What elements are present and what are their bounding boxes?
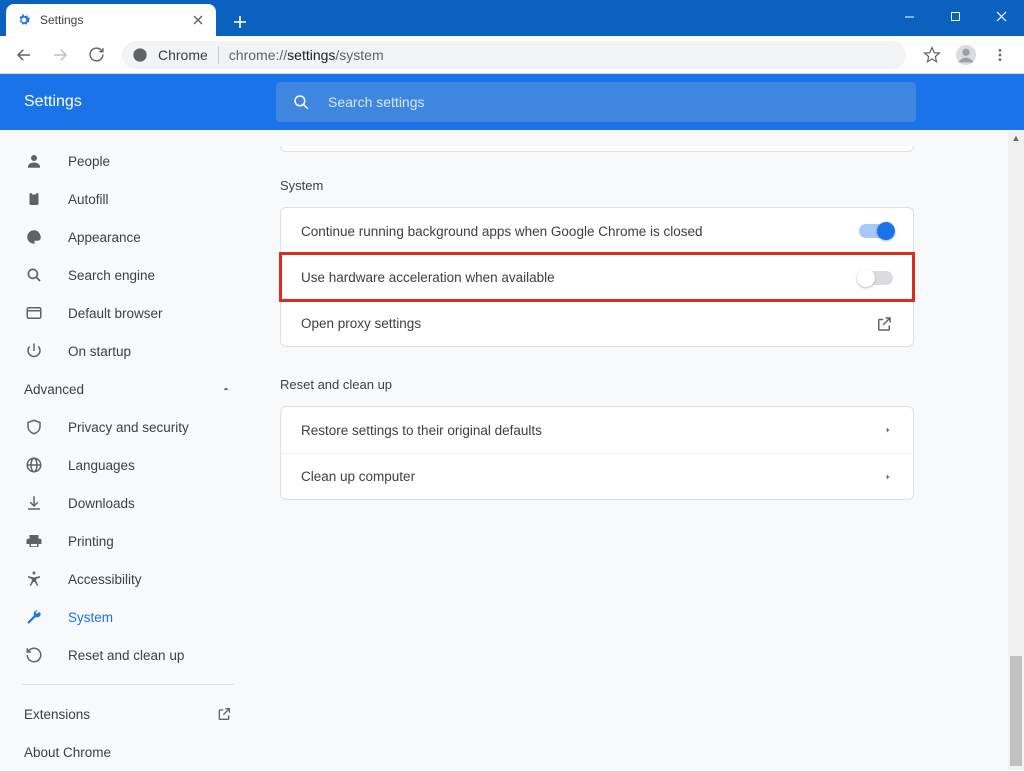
sidebar-item-privacy[interactable]: Privacy and security	[0, 408, 256, 446]
forward-button[interactable]	[44, 39, 76, 71]
setting-row-restore-defaults[interactable]: Restore settings to their original defau…	[281, 407, 913, 453]
omnibox-url: chrome://settings/system	[229, 47, 384, 63]
sidebar-item-appearance[interactable]: Appearance	[0, 218, 256, 256]
omnibox-label: Chrome	[158, 47, 208, 63]
sidebar-item-label: Privacy and security	[68, 420, 189, 435]
address-bar: Chrome chrome://settings/system	[0, 36, 1024, 74]
sidebar-item-label: About Chrome	[24, 745, 111, 760]
sidebar-section-label: Advanced	[24, 382, 84, 397]
sidebar-item-label: On startup	[68, 344, 131, 359]
setting-label: Open proxy settings	[301, 316, 421, 331]
page-title: Settings	[24, 93, 82, 111]
browser-icon	[24, 303, 44, 323]
close-tab-icon[interactable]	[190, 12, 206, 28]
window-minimize-button[interactable]	[886, 0, 932, 32]
back-button[interactable]	[8, 39, 40, 71]
toggle-switch[interactable]	[859, 224, 893, 238]
sidebar-item-label: People	[68, 154, 110, 169]
section-title-reset: Reset and clean up	[280, 377, 914, 392]
separator	[218, 46, 219, 64]
sidebar-item-about[interactable]: About Chrome	[0, 733, 256, 771]
scrollbar[interactable]: ▲ ▼	[1008, 130, 1024, 770]
new-tab-button[interactable]	[226, 8, 254, 36]
bookmark-star-icon[interactable]	[916, 39, 948, 71]
sidebar-item-extensions[interactable]: Extensions	[0, 695, 256, 733]
sidebar-item-label: Search engine	[68, 268, 155, 283]
setting-row-proxy[interactable]: Open proxy settings	[281, 300, 913, 346]
sidebar-item-label: Reset and clean up	[68, 648, 184, 663]
chevron-up-icon	[220, 383, 232, 395]
external-link-icon	[216, 706, 232, 722]
browser-tab[interactable]: Settings	[6, 4, 216, 36]
reset-card: Restore settings to their original defau…	[280, 406, 914, 500]
setting-label: Restore settings to their original defau…	[301, 423, 542, 438]
scrollbar-thumb[interactable]	[1010, 656, 1022, 766]
restore-icon	[24, 645, 44, 665]
sidebar-item-default-browser[interactable]: Default browser	[0, 294, 256, 332]
settings-header: Settings	[0, 74, 1024, 130]
sidebar-item-label: Extensions	[24, 707, 90, 722]
scroll-up-icon[interactable]: ▲	[1008, 130, 1024, 146]
sidebar-item-label: Default browser	[68, 306, 163, 321]
settings-search[interactable]	[276, 82, 916, 122]
sidebar-item-search-engine[interactable]: Search engine	[0, 256, 256, 294]
setting-row-background-apps[interactable]: Continue running background apps when Go…	[281, 208, 913, 254]
sidebar-item-label: System	[68, 610, 113, 625]
clipboard-icon	[24, 189, 44, 209]
sidebar-item-people[interactable]: People	[0, 142, 256, 180]
tab-title: Settings	[40, 13, 83, 27]
sidebar-item-autofill[interactable]: Autofill	[0, 180, 256, 218]
sidebar-section-advanced[interactable]: Advanced	[0, 370, 256, 408]
person-icon	[24, 151, 44, 171]
gear-icon	[16, 12, 32, 28]
sidebar-item-label: Accessibility	[68, 572, 142, 587]
toggle-switch[interactable]	[859, 271, 893, 285]
settings-content: System Continue running background apps …	[256, 130, 1024, 770]
section-title-system: System	[280, 178, 914, 193]
sidebar-item-label: Downloads	[68, 496, 135, 511]
sidebar-item-system[interactable]: System	[0, 598, 256, 636]
sidebar-item-on-startup[interactable]: On startup	[0, 332, 256, 370]
reload-button[interactable]	[80, 39, 112, 71]
setting-row-hardware-accel[interactable]: Use hardware acceleration when available	[281, 254, 913, 300]
setting-label: Clean up computer	[301, 469, 415, 484]
setting-label: Use hardware acceleration when available	[301, 270, 555, 285]
settings-search-input[interactable]	[328, 94, 900, 110]
sidebar-item-label: Appearance	[68, 230, 141, 245]
omnibox[interactable]: Chrome chrome://settings/system	[122, 41, 906, 69]
print-icon	[24, 531, 44, 551]
previous-section-card	[280, 146, 914, 152]
wrench-icon	[24, 607, 44, 627]
sidebar-item-languages[interactable]: Languages	[0, 446, 256, 484]
search-icon	[24, 265, 44, 285]
power-icon	[24, 341, 44, 361]
sidebar-item-label: Autofill	[68, 192, 109, 207]
site-info-icon[interactable]	[132, 47, 148, 63]
sidebar-item-label: Printing	[68, 534, 114, 549]
download-icon	[24, 493, 44, 513]
external-link-icon	[875, 315, 893, 333]
settings-sidebar: People Autofill Appearance Search engine…	[0, 130, 256, 770]
window-maximize-button[interactable]	[932, 0, 978, 32]
accessibility-icon	[24, 569, 44, 589]
setting-label: Continue running background apps when Go…	[301, 224, 703, 239]
sidebar-item-downloads[interactable]: Downloads	[0, 484, 256, 522]
search-icon	[292, 93, 310, 111]
profile-avatar-icon[interactable]	[950, 39, 982, 71]
window-close-button[interactable]	[978, 0, 1024, 32]
kebab-menu-icon[interactable]	[984, 39, 1016, 71]
sidebar-item-reset[interactable]: Reset and clean up	[0, 636, 256, 674]
setting-row-clean-up[interactable]: Clean up computer	[281, 453, 913, 499]
chevron-right-icon	[883, 423, 893, 437]
chevron-right-icon	[883, 470, 893, 484]
system-settings-card: Continue running background apps when Go…	[280, 207, 914, 347]
divider	[22, 684, 234, 685]
shield-icon	[24, 417, 44, 437]
sidebar-item-label: Languages	[68, 458, 135, 473]
scrollbar-track[interactable]	[1008, 146, 1024, 754]
sidebar-item-printing[interactable]: Printing	[0, 522, 256, 560]
sidebar-item-accessibility[interactable]: Accessibility	[0, 560, 256, 598]
palette-icon	[24, 227, 44, 247]
globe-icon	[24, 455, 44, 475]
